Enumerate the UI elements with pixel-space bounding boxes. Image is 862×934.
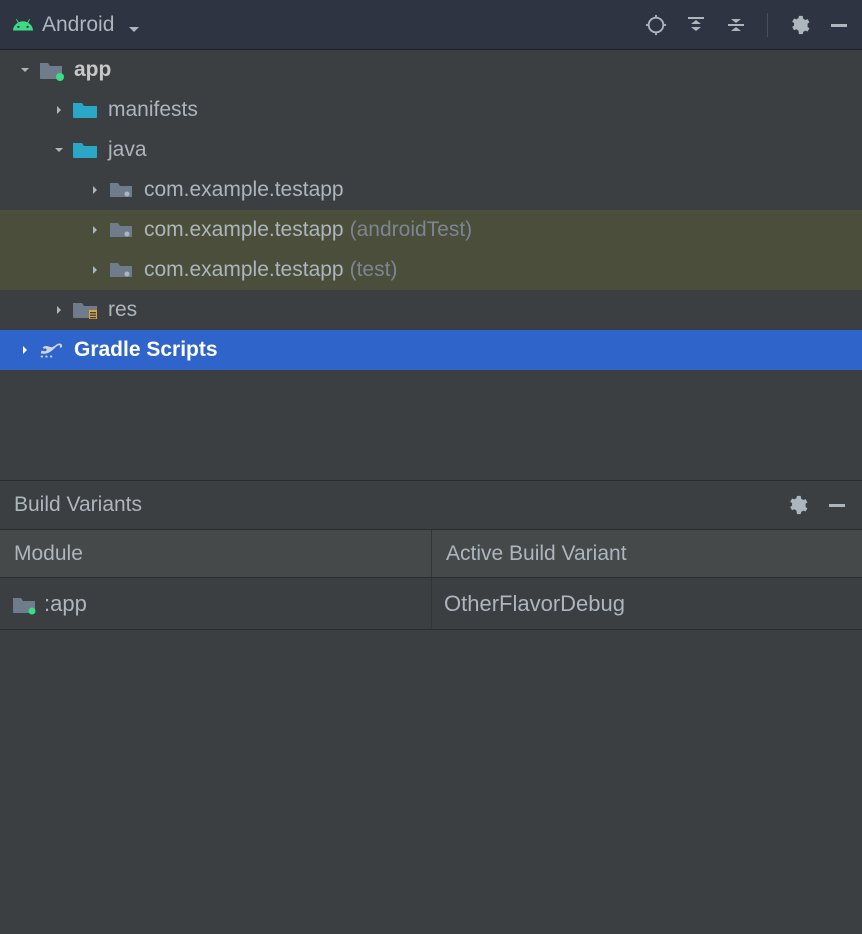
tree-label: manifests: [108, 98, 198, 122]
table-header-row: Module Active Build Variant: [0, 530, 862, 578]
android-icon: [12, 14, 34, 36]
chevron-right-icon[interactable]: [88, 224, 102, 236]
tree-node-package-main[interactable]: com.example.testapp: [0, 170, 862, 210]
tree-label: com.example.testapp: [144, 258, 344, 282]
gear-icon[interactable]: [788, 14, 810, 36]
chevron-right-icon[interactable]: [88, 264, 102, 276]
tree-node-java[interactable]: java: [0, 130, 862, 170]
dropdown-icon[interactable]: [128, 21, 140, 29]
tree-label: Gradle Scripts: [74, 338, 218, 362]
tree-suffix: (androidTest): [350, 218, 473, 242]
tree-label: java: [108, 138, 147, 162]
tree-node-manifests[interactable]: manifests: [0, 90, 862, 130]
toolbar-divider: [767, 13, 768, 37]
collapse-all-icon[interactable]: [725, 14, 747, 36]
variant-name: OtherFlavorDebug: [444, 591, 625, 617]
minimize-icon[interactable]: [828, 14, 850, 36]
package-icon: [108, 219, 134, 241]
tree-label: com.example.testapp: [144, 178, 344, 202]
package-icon: [108, 179, 134, 201]
package-icon: [108, 259, 134, 281]
module-folder-icon: [38, 59, 64, 81]
module-name: :app: [44, 591, 87, 617]
tree-node-package-androidtest[interactable]: com.example.testapp (androidTest): [0, 210, 862, 250]
header-toolbar: [645, 13, 850, 37]
gear-icon[interactable]: [786, 494, 808, 516]
column-header-module[interactable]: Module: [0, 530, 432, 577]
variants-empty-area: [0, 630, 862, 934]
chevron-down-icon[interactable]: [52, 144, 66, 156]
gradle-icon: [38, 339, 64, 361]
minimize-icon[interactable]: [826, 494, 848, 516]
project-view-title[interactable]: Android: [42, 13, 114, 37]
project-view-header: Android: [0, 0, 862, 50]
expand-all-icon[interactable]: [685, 14, 707, 36]
tree-label: res: [108, 298, 137, 322]
chevron-right-icon[interactable]: [18, 344, 32, 356]
build-variants-table: Module Active Build Variant :app OtherFl…: [0, 530, 862, 630]
build-variants-title: Build Variants: [14, 493, 142, 517]
cell-module[interactable]: :app: [0, 578, 432, 629]
chevron-right-icon[interactable]: [52, 104, 66, 116]
tree-node-package-test[interactable]: com.example.testapp (test): [0, 250, 862, 290]
chevron-right-icon[interactable]: [52, 304, 66, 316]
tree-node-app[interactable]: app: [0, 50, 862, 90]
chevron-down-icon[interactable]: [18, 64, 32, 76]
folder-icon: [72, 139, 98, 161]
folder-icon: [72, 99, 98, 121]
tree-suffix: (test): [350, 258, 398, 282]
column-header-variant[interactable]: Active Build Variant: [432, 530, 862, 577]
tree-node-res[interactable]: res: [0, 290, 862, 330]
module-folder-icon: [12, 595, 34, 613]
chevron-right-icon[interactable]: [88, 184, 102, 196]
build-variants-header: Build Variants: [0, 480, 862, 530]
cell-variant[interactable]: OtherFlavorDebug: [432, 578, 862, 629]
resources-folder-icon: [72, 299, 98, 321]
tree-node-gradle-scripts[interactable]: Gradle Scripts: [0, 330, 862, 370]
tree-label: app: [74, 58, 111, 82]
target-icon[interactable]: [645, 14, 667, 36]
table-row[interactable]: :app OtherFlavorDebug: [0, 578, 862, 630]
project-tree: app manifests java com.example.testapp: [0, 50, 862, 480]
tree-label: com.example.testapp: [144, 218, 344, 242]
